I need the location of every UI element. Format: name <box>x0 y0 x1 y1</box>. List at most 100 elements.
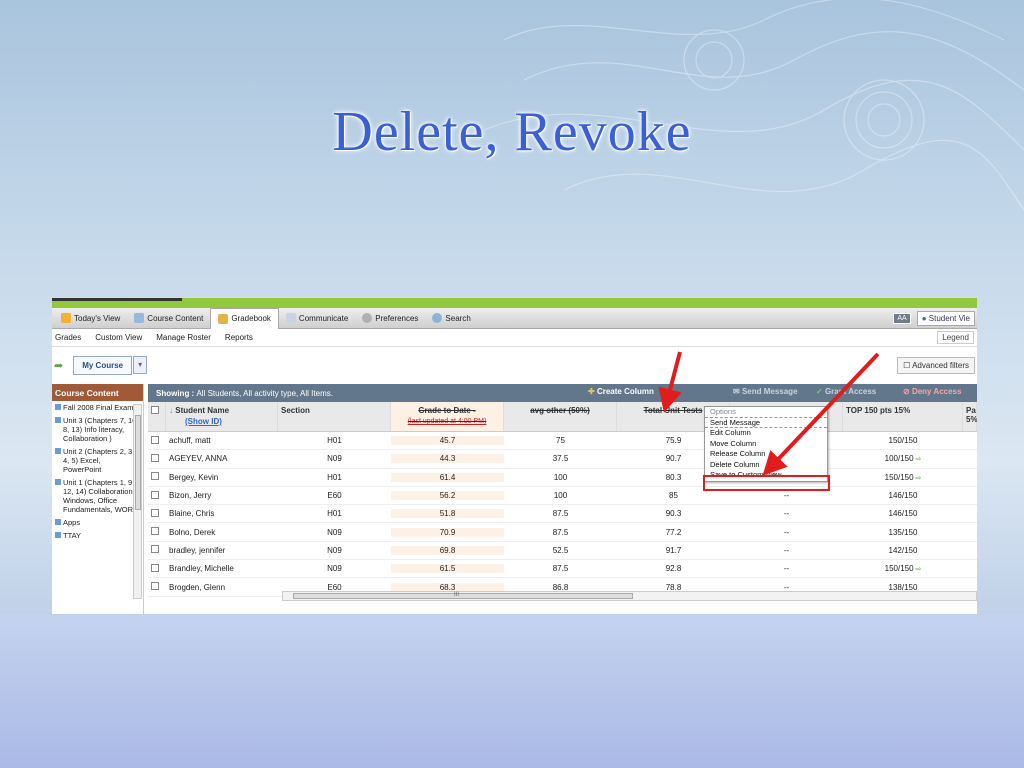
top150-cell: 150/150 ⇨ <box>884 472 922 482</box>
top150-cell: 100/150 ⇨ <box>884 454 922 464</box>
student-checkbox[interactable] <box>151 508 159 517</box>
folder-icon <box>55 519 61 525</box>
table-row[interactable]: Brandley, Michelle N09 61.5 87.5 92.8 -- 150/1… <box>148 560 977 579</box>
nav-course-content[interactable]: Course Content <box>127 308 210 329</box>
search-icon <box>432 313 443 323</box>
table-row[interactable]: Blaine, Chris H01 51.8 87.5 90.3 -- 146/150 <box>148 505 977 524</box>
section-cell: N09 <box>327 545 342 555</box>
student-checkbox[interactable] <box>151 472 159 481</box>
subnav-grades[interactable]: Grades <box>55 333 81 342</box>
sidebar-item[interactable]: Unit 2 (Chapters 2, 3, 4, 5) Excel, Powe… <box>52 445 143 476</box>
grant-access-button[interactable]: ✓ Grant Access <box>816 387 876 396</box>
avg-other-cell: 100 <box>553 472 568 482</box>
nav-todays-view[interactable]: Today's View <box>54 308 127 329</box>
grade-to-date-cell: 69.8 <box>391 545 504 555</box>
nav-gradebook[interactable]: Gradebook <box>210 307 279 329</box>
student-view-button[interactable]: ● Student Vie <box>916 310 975 326</box>
menu-item-edit-column[interactable]: Edit Column <box>705 428 827 439</box>
released-arrow-icon: ⇨ <box>913 474 922 482</box>
menu-item-send-message[interactable]: Send Message <box>705 418 827 428</box>
student-checkbox[interactable] <box>151 435 159 444</box>
top150-cell: 150/150 ⇨ <box>884 564 922 574</box>
sidebar-scrollbar[interactable] <box>133 404 142 599</box>
slide-bottom-band <box>0 615 1024 768</box>
sidebar-item[interactable]: Unit 1 (Chapters 1, 9, 12, 14) Collabora… <box>52 476 143 516</box>
horizontal-scrollbar[interactable]: III <box>282 591 977 601</box>
total-unit-tests-cell: 92.8 <box>665 564 682 574</box>
nav-preferences[interactable]: Preferences <box>355 308 425 329</box>
student-name-cell: Brandley, Michelle <box>169 564 234 574</box>
student-checkbox[interactable] <box>151 490 159 499</box>
student-checkbox[interactable] <box>151 545 159 554</box>
envelope-icon <box>285 313 296 323</box>
highlight-box-save-to-custom-view <box>703 475 830 491</box>
nav-communicate[interactable]: Communicate <box>279 308 355 329</box>
advanced-filters-button[interactable]: ☐ Advanced filters <box>897 357 975 374</box>
table-row[interactable]: bradley, jennifer N09 69.8 52.5 91.7 -- 142/15… <box>148 542 977 561</box>
row-checkbox <box>148 435 166 446</box>
gear-icon <box>362 313 373 323</box>
sidebar-item[interactable]: TTAY <box>52 529 143 542</box>
subnav-custom-view[interactable]: Custom View <box>95 333 142 342</box>
table-row[interactable]: Bizon, Jerry E60 56.2 100 85 -- 146/150 <box>148 487 977 506</box>
my-course-selector[interactable]: My Course <box>73 355 133 375</box>
student-name-cell: Bergey, Kevin <box>169 472 219 482</box>
subnav-reports[interactable]: Reports <box>225 333 253 342</box>
section-cell: E60 <box>327 491 342 501</box>
header-section[interactable]: Section <box>278 402 391 431</box>
top150-cell: 150/150 <box>888 436 918 446</box>
avg-other-cell: 87.5 <box>552 527 569 537</box>
total-unit-tests-cell: 91.7 <box>665 545 682 555</box>
row-checkbox <box>148 453 166 464</box>
course-dropdown-toggle[interactable]: ▾ <box>133 356 148 374</box>
student-checkbox[interactable] <box>151 527 159 536</box>
document-icon <box>134 313 145 323</box>
scroll-grip: III <box>454 592 460 598</box>
header-top150[interactable]: TOP 150 pts 15% <box>843 402 963 431</box>
header-partial[interactable]: Pa 5% <box>963 402 977 431</box>
menu-item-release-column[interactable]: Release Column <box>705 449 827 460</box>
row-checkbox <box>148 582 166 592</box>
released-arrow-icon: ⇨ <box>913 566 922 574</box>
avg-other-cell: 37.5 <box>552 454 569 464</box>
refresh-arrow-icon[interactable]: ➦ <box>54 359 63 372</box>
student-checkbox[interactable] <box>151 563 159 572</box>
grade-to-date-cell: 56.2 <box>391 491 504 501</box>
header-grade-to-date[interactable]: Grade to Date - (last updated at 4:00 PM) <box>391 402 504 431</box>
student-checkbox[interactable] <box>151 582 159 591</box>
total-unit-tests-cell: 77.2 <box>665 527 682 537</box>
sidebar-item[interactable]: Apps <box>52 516 143 529</box>
options-column-cell: -- <box>783 564 790 574</box>
folder-icon <box>55 479 61 485</box>
options-column-cell: -- <box>783 545 790 555</box>
subnav-manage-roster[interactable]: Manage Roster <box>156 333 211 342</box>
header-avg-other[interactable]: avg other (50%) <box>504 402 617 431</box>
text-size-button[interactable]: AA <box>893 312 911 324</box>
header-student-name[interactable]: ↓ Student Name (Show ID) <box>166 402 278 431</box>
legend-button[interactable]: Legend <box>937 331 974 344</box>
student-checkbox[interactable] <box>151 453 159 462</box>
sidebar-item[interactable]: Unit 3 (Chapters 7, 10, 8, 13) Info lite… <box>52 414 143 445</box>
avg-other-cell: 52.5 <box>552 545 569 555</box>
menu-item-delete-column[interactable]: Delete Column <box>705 460 827 471</box>
avg-other-cell: 87.5 <box>552 564 569 574</box>
table-row[interactable]: achuff, matt H01 45.7 75 75.9 150/150 <box>148 432 977 451</box>
select-all-checkbox[interactable] <box>151 406 159 414</box>
table-row[interactable]: Bergey, Kevin H01 61.4 100 80.3 150/150 ⇨ <box>148 469 977 487</box>
top-accent-bar <box>52 298 977 308</box>
show-id-link[interactable]: (Show ID) <box>169 417 274 426</box>
sidebar-item[interactable]: Fall 2008 Final Exam <box>52 401 143 414</box>
block-icon: ⊘ <box>903 387 910 396</box>
deny-access-button[interactable]: ⊘ Deny Access <box>903 387 961 396</box>
menu-item-move-column[interactable]: Move Column <box>705 439 827 450</box>
folder-icon <box>55 448 61 454</box>
grade-to-date-cell: 70.9 <box>391 527 504 537</box>
row-checkbox <box>148 563 166 574</box>
create-column-button[interactable]: ✚ Create Column <box>588 387 654 396</box>
table-row[interactable]: Bolno, Derek N09 70.9 87.5 77.2 -- 135/150 <box>148 523 977 542</box>
nav-search[interactable]: Search <box>425 308 477 329</box>
student-name-cell: achuff, matt <box>169 436 211 446</box>
table-row[interactable]: AGEYEV, ANNA N09 44.3 37.5 90.7 100/150 ⇨ <box>148 450 977 469</box>
plus-icon: ✚ <box>588 387 595 396</box>
send-message-button[interactable]: ✉ Send Message <box>733 387 798 396</box>
